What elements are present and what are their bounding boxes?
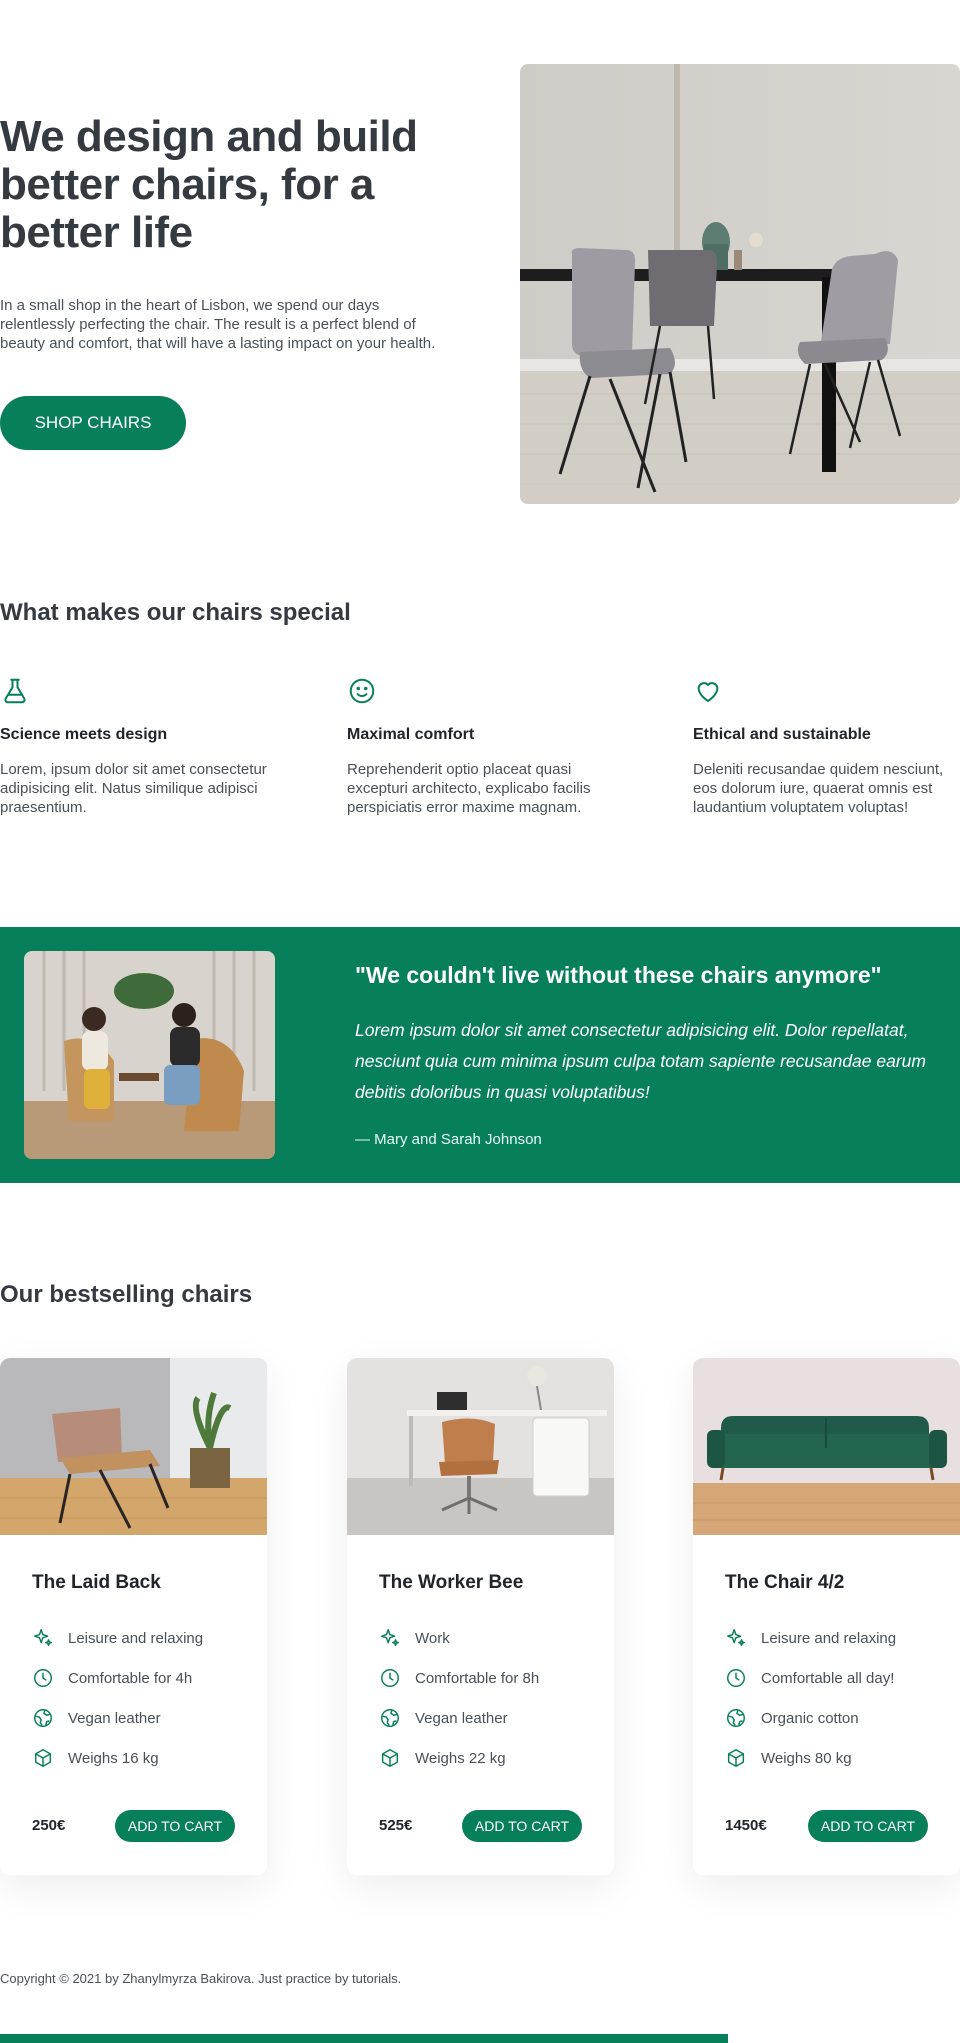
shop-chairs-button[interactable]: SHOP CHAIRS — [0, 396, 186, 450]
product-feature: Vegan leather — [379, 1698, 539, 1738]
bottom-accent-bar — [0, 2034, 728, 2043]
testimonial-quote: "We couldn't live without these chairs a… — [355, 962, 882, 988]
product-price: 1450€ — [725, 1817, 767, 1834]
feature-science: Science meets design Lorem, ipsum dolor … — [0, 676, 270, 817]
sparkles-icon — [727, 1629, 745, 1647]
product-feature-label: Comfortable for 8h — [415, 1669, 540, 1687]
sparkles-icon — [381, 1629, 399, 1647]
flask-icon — [4, 678, 26, 704]
product-name: The Worker Bee — [379, 1572, 524, 1593]
product-feature: Comfortable all day! — [725, 1658, 896, 1698]
product-image — [0, 1358, 267, 1535]
feature-title: Ethical and sustainable — [693, 726, 871, 743]
feature-text: Deleniti recusandae quidem nesciunt, eos… — [693, 761, 944, 816]
product-feature: Work — [379, 1618, 539, 1658]
clock-icon — [727, 1669, 745, 1687]
feature-text: Reprehenderit optio placeat quasi except… — [347, 761, 591, 816]
product-feature: Leisure and relaxing — [32, 1618, 203, 1658]
sparkles-icon — [34, 1629, 52, 1647]
product-feature-label: Work — [415, 1629, 450, 1647]
product-feature: Comfortable for 4h — [32, 1658, 203, 1698]
product-card-laid-back: The Laid Back Leisure and relaxing Comfo… — [0, 1358, 267, 1875]
hero-image — [520, 64, 960, 504]
product-feature-label: Comfortable all day! — [761, 1669, 895, 1687]
product-name: The Laid Back — [32, 1572, 161, 1593]
box-icon — [34, 1749, 52, 1767]
product-feature-label: Organic cotton — [761, 1709, 859, 1727]
clock-icon — [381, 1669, 399, 1687]
feature-title: Maximal comfort — [347, 726, 475, 743]
product-feature-label: Weighs 16 kg — [68, 1749, 159, 1767]
add-to-cart-button[interactable]: ADD TO CART — [462, 1810, 582, 1842]
product-feature: Vegan leather — [32, 1698, 203, 1738]
globe-icon — [34, 1709, 52, 1727]
product-features: Leisure and relaxing Comfortable for 4h … — [32, 1618, 203, 1778]
product-feature: Organic cotton — [725, 1698, 896, 1738]
product-image — [693, 1358, 960, 1535]
product-feature-label: Weighs 22 kg — [415, 1749, 506, 1767]
smile-icon — [349, 678, 375, 704]
feature-ethical: Ethical and sustainable Deleniti recusan… — [693, 676, 960, 817]
feature-text: Lorem, ipsum dolor sit amet consectetur … — [0, 761, 267, 816]
copyright-text: Copyright © 2021 by Zhanylmyrza Bakirova… — [0, 1971, 402, 1986]
product-feature-label: Weighs 80 kg — [761, 1749, 852, 1767]
product-price: 250€ — [32, 1817, 66, 1834]
product-feature: Weighs 22 kg — [379, 1738, 539, 1778]
product-features: Leisure and relaxing Comfortable all day… — [725, 1618, 896, 1778]
box-icon — [727, 1749, 745, 1767]
globe-icon — [381, 1709, 399, 1727]
testimonial-text: Lorem ipsum dolor sit amet consectetur a… — [355, 1020, 926, 1102]
add-to-cart-button[interactable]: ADD TO CART — [808, 1810, 928, 1842]
product-image — [347, 1358, 614, 1535]
clock-icon — [34, 1669, 52, 1687]
product-card-worker-bee: The Worker Bee Work Comfortable for 8h V… — [347, 1358, 614, 1875]
hero-section: We design and build better chairs, for a… — [0, 0, 960, 540]
hero-title: We design and build better chairs, for a… — [0, 112, 418, 257]
product-features: Work Comfortable for 8h Vegan leather We… — [379, 1618, 539, 1778]
product-feature: Comfortable for 8h — [379, 1658, 539, 1698]
product-price: 525€ — [379, 1817, 413, 1834]
product-feature-label: Comfortable for 4h — [68, 1669, 193, 1687]
product-feature: Weighs 80 kg — [725, 1738, 896, 1778]
product-feature: Weighs 16 kg — [32, 1738, 203, 1778]
feature-title: Science meets design — [0, 726, 168, 743]
testimonial-section: "We couldn't live without these chairs a… — [0, 927, 960, 1183]
box-icon — [381, 1749, 399, 1767]
add-to-cart-button[interactable]: ADD TO CART — [115, 1810, 235, 1842]
product-feature-label: Leisure and relaxing — [761, 1629, 897, 1647]
product-name: The Chair 4/2 — [725, 1572, 845, 1593]
product-feature-label: Leisure and relaxing — [68, 1629, 204, 1647]
product-feature-label: Vegan leather — [415, 1709, 508, 1727]
product-feature-label: Vegan leather — [68, 1709, 161, 1727]
globe-icon — [727, 1709, 745, 1727]
product-card-chair-4-2: The Chair 4/2 Leisure and relaxing Comfo… — [693, 1358, 960, 1875]
products-title: Our bestselling chairs — [0, 1281, 253, 1308]
feature-comfort: Maximal comfort Reprehenderit optio plac… — [347, 676, 617, 817]
testimonial-author: — Mary and Sarah Johnson — [355, 1131, 542, 1148]
hero-description: In a small shop in the heart of Lisbon, … — [0, 297, 436, 352]
heart-icon — [697, 682, 719, 702]
testimonial-image — [24, 951, 275, 1159]
product-feature: Leisure and relaxing — [725, 1618, 896, 1658]
features-title: What makes our chairs special — [0, 599, 351, 626]
